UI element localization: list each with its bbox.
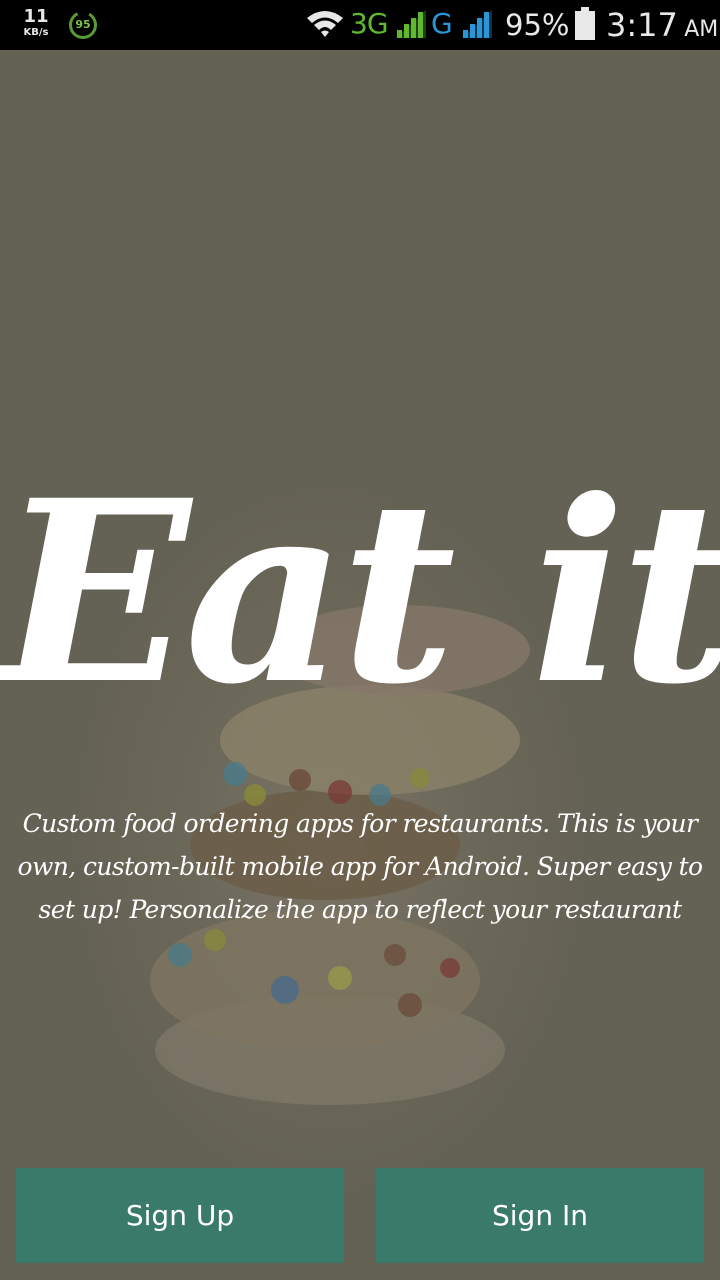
sign-up-button[interactable]: Sign Up	[16, 1168, 344, 1263]
wifi-icon	[307, 11, 343, 37]
battery-icon	[575, 7, 595, 40]
screen: 11 KB/s 95 3G G 95% 3:17 AM Eat it Custo…	[0, 0, 720, 1280]
ring-badge-label: 95	[75, 18, 91, 31]
clock-time: 3:17	[606, 6, 678, 44]
signal-icon	[396, 10, 426, 38]
app-logo: Eat it	[0, 445, 720, 739]
clock-ampm: AM	[684, 17, 719, 42]
splash-content: Eat it Custom food ordering apps for res…	[0, 50, 720, 1280]
network-type-3g: 3G	[350, 7, 389, 40]
network-speed-value: 11	[23, 6, 49, 27]
network-speed-unit: KB/s	[23, 27, 49, 38]
status-bar: 11 KB/s 95 3G G 95% 3:17 AM	[0, 0, 720, 50]
network-type-g: G	[431, 7, 453, 40]
battery-percent: 95%	[505, 8, 570, 42]
network-speed: 11 KB/s	[18, 8, 54, 38]
sign-in-button[interactable]: Sign In	[376, 1168, 704, 1263]
clock: 3:17 AM	[606, 6, 718, 49]
tagline: Custom food ordering apps for restaurant…	[17, 809, 704, 924]
signal-icon	[462, 10, 492, 38]
